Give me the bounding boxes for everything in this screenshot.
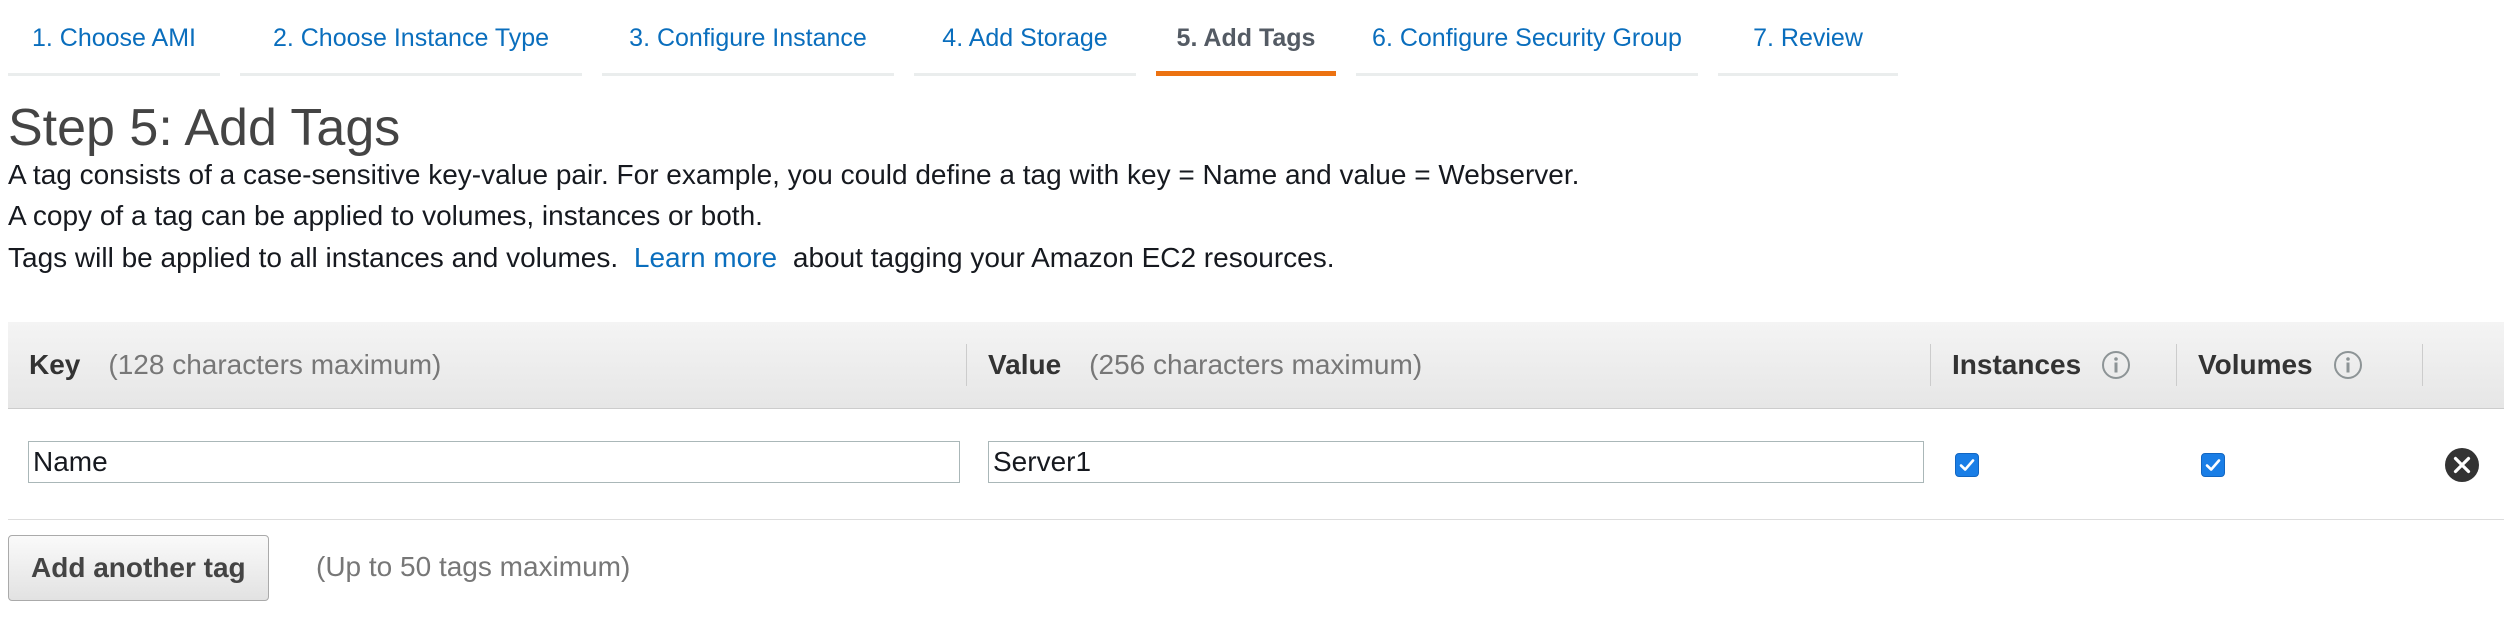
column-divider [1930, 344, 1931, 386]
instances-column-header: Instances [1952, 322, 2131, 408]
page-title: Step 5: Add Tags [8, 99, 401, 157]
key-column-header: Key (128 characters maximum) [29, 322, 441, 408]
remove-tag-button[interactable] [2444, 447, 2480, 483]
table-header: Key (128 characters maximum) Value (256 … [8, 322, 2504, 409]
tab-add-tags[interactable]: 5. Add Tags [1156, 0, 1336, 76]
learn-more-link[interactable]: Learn more [634, 242, 777, 273]
tab-configure-security-group[interactable]: 6. Configure Security Group [1356, 0, 1698, 76]
column-divider [966, 344, 967, 386]
value-column-header: Value (256 characters maximum) [988, 322, 1422, 408]
tab-review[interactable]: 7. Review [1718, 0, 1898, 76]
description-line-1: A tag consists of a case-sensitive key-v… [8, 159, 1580, 190]
key-header-hint: (128 characters maximum) [108, 349, 442, 380]
description-line-3-end: about tagging your Amazon EC2 resources. [792, 242, 1335, 273]
tab-add-storage[interactable]: 4. Add Storage [914, 0, 1136, 76]
add-another-tag-button[interactable]: Add another tag [8, 535, 269, 601]
wizard-tabs: 1. Choose AMI 2. Choose Instance Type 3.… [8, 0, 1918, 76]
remove-tag-icon [2445, 448, 2479, 482]
tag-value-input[interactable] [988, 441, 1924, 483]
info-icon[interactable] [2101, 350, 2131, 380]
info-icon[interactable] [2333, 350, 2363, 380]
value-header-label: Value [988, 349, 1062, 380]
tag-key-input[interactable] [28, 441, 960, 483]
instances-checkbox[interactable] [1955, 453, 1979, 477]
column-divider [2422, 344, 2423, 386]
tab-choose-instance-type[interactable]: 2. Choose Instance Type [240, 0, 582, 76]
instances-header-label: Instances [1952, 349, 2082, 380]
key-header-label: Key [29, 349, 81, 380]
volumes-checkbox[interactable] [2201, 453, 2225, 477]
tab-choose-ami[interactable]: 1. Choose AMI [8, 0, 220, 76]
column-divider [2176, 344, 2177, 386]
checkmark-icon [1959, 459, 1975, 471]
description-line-3: Tags will be applied to all instances an… [8, 241, 1335, 275]
value-header-hint: (256 characters maximum) [1089, 349, 1423, 380]
description-line-3-start: Tags will be applied to all instances an… [8, 242, 619, 273]
volumes-column-header: Volumes [2198, 322, 2363, 408]
tab-configure-instance[interactable]: 3. Configure Instance [602, 0, 894, 76]
description-line-2: A copy of a tag can be applied to volume… [8, 200, 763, 231]
tag-limit-hint: (Up to 50 tags maximum) [316, 551, 631, 582]
table-row [8, 409, 2504, 520]
volumes-header-label: Volumes [2198, 349, 2313, 380]
checkmark-icon [2205, 459, 2221, 471]
tags-table: Key (128 characters maximum) Value (256 … [8, 322, 2504, 520]
